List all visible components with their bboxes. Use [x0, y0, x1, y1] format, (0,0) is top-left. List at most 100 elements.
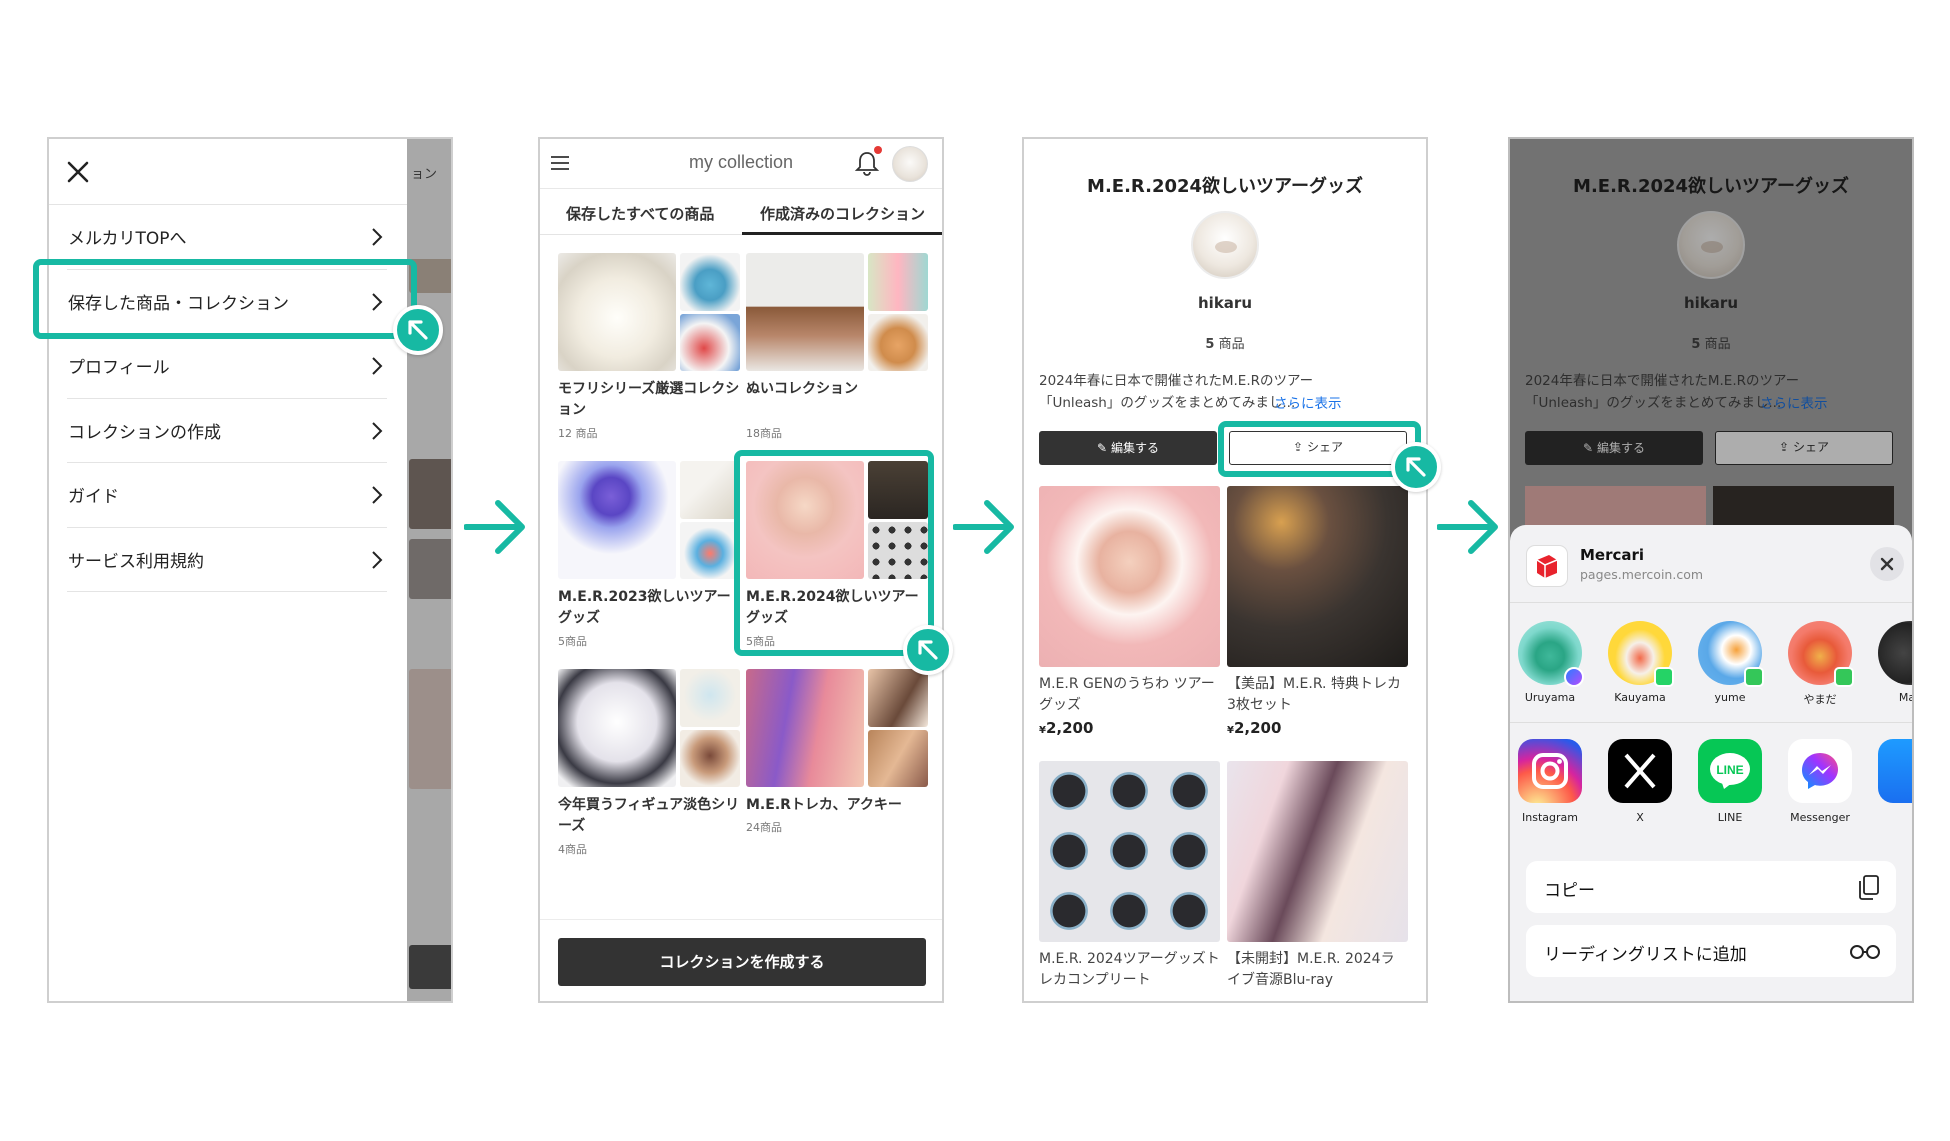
- product-card[interactable]: 【未開封】M.E.R. 2024ライブ音源Blu-ray: [1227, 761, 1408, 991]
- background-tab-fragment: ョン: [411, 167, 438, 182]
- add-reading-list-action[interactable]: リーディングリストに追加: [1526, 925, 1896, 977]
- collection-title: M.E.Rトレカ、アクキー: [746, 797, 902, 813]
- menu-item-profile[interactable]: プロフィール: [67, 334, 387, 399]
- close-icon[interactable]: [63, 157, 93, 187]
- chevron-right-icon: [372, 357, 383, 375]
- background-button: [409, 945, 451, 989]
- share-url: pages.mercoin.com: [1580, 567, 1704, 582]
- tap-cursor-badge: [903, 625, 953, 675]
- create-collection-button[interactable]: コレクションを作成する: [558, 938, 926, 986]
- collection-thumbnail: [746, 669, 864, 787]
- product-title: 【未開封】M.E.R. 2024ライブ音源Blu-ray: [1227, 951, 1395, 988]
- owner-name[interactable]: hikaru: [1024, 294, 1426, 312]
- messenger-logo-icon: [1788, 739, 1852, 803]
- background-thumbnail: [409, 669, 451, 789]
- collection-title: 今年買うフィギュア淡色シリーズ: [558, 797, 740, 834]
- contact-name: やまだ: [1803, 693, 1837, 706]
- show-more-link[interactable]: さらに表示: [1274, 392, 1342, 412]
- collection-thumbnail: [680, 669, 740, 727]
- action-label: コピー: [1544, 881, 1595, 901]
- collection-count: 5商品: [558, 635, 587, 648]
- contact-avatar: [1878, 621, 1912, 685]
- contact-avatar: [1788, 621, 1854, 687]
- page-title: my collection: [688, 152, 794, 172]
- product-card[interactable]: 【美品】M.E.R. 特典トレカ3枚セット ¥2,200: [1227, 486, 1408, 737]
- line-logo-icon: LINE: [1698, 739, 1762, 803]
- product-card[interactable]: M.E.R. 2024ツアーグッズトレカコンプリート: [1039, 761, 1220, 991]
- chevron-right-icon: [372, 228, 383, 246]
- menu-item-label: プロフィール: [68, 358, 170, 379]
- share-contact[interactable]: やまだ: [1780, 621, 1860, 707]
- product-title: M.E.R. 2024ツアーグッズトレカコンプリート: [1039, 951, 1220, 988]
- share-contact[interactable]: Kauyama: [1600, 621, 1680, 704]
- tap-cursor-badge: [393, 305, 443, 355]
- share-sheet-screen: M.E.R.2024欲しいツアーグッズ hikaru 5 商品 2024年春に日…: [1508, 137, 1914, 1003]
- background-thumbnail: [409, 459, 451, 529]
- collection-thumbnail: [680, 253, 740, 311]
- share-contact[interactable]: Mac: [1870, 621, 1912, 704]
- menu-item-create-collection[interactable]: コレクションの作成: [67, 399, 387, 463]
- description-line: 「Unleash」のグッズをまとめてみまし...: [1039, 395, 1296, 411]
- share-people-row: Uruyama Kauyama yume やまだ M: [1510, 603, 1912, 723]
- collection-thumbnail: [558, 461, 676, 579]
- share-app-x[interactable]: X: [1600, 739, 1680, 824]
- contact-name: Mac: [1898, 691, 1912, 704]
- share-contact[interactable]: yume: [1690, 621, 1770, 704]
- edit-button-label: 編集する: [1110, 441, 1159, 455]
- collection-thumbnail: [868, 669, 928, 727]
- highlight-collection-card: [734, 450, 934, 656]
- collection-count: 18商品: [746, 427, 782, 440]
- collection-tabs: 保存したすべての商品 作成済みのコレクション: [540, 189, 942, 235]
- collection-title: M.E.R.2024欲しいツアーグッズ: [1087, 176, 1363, 197]
- item-count-unit: 商品: [1214, 337, 1245, 352]
- share-contact[interactable]: Uruyama: [1510, 621, 1590, 704]
- tap-cursor-badge: [1391, 442, 1441, 492]
- contact-avatar: [1698, 621, 1764, 687]
- menu-item-terms[interactable]: サービス利用規約: [67, 528, 387, 592]
- avatar[interactable]: [892, 146, 928, 182]
- product-price: ¥2,200: [1039, 719, 1220, 737]
- product-image: [1039, 761, 1220, 942]
- tab-created-collections[interactable]: 作成済みのコレクション: [760, 203, 925, 224]
- highlight-saved-collections: [33, 259, 417, 339]
- cursor-arrow-icon: [408, 320, 428, 340]
- chevron-right-icon: [372, 421, 383, 440]
- mercari-logo-icon: [1536, 555, 1558, 578]
- collection-thumbnail: [558, 253, 676, 371]
- item-count: 5 商品: [1024, 333, 1426, 352]
- arrow-right-icon: [1437, 500, 1498, 554]
- tab-all-saved[interactable]: 保存したすべての商品: [566, 203, 714, 224]
- cursor-arrow-icon: [1406, 457, 1426, 477]
- contact-avatar: [1608, 621, 1674, 687]
- messenger-badge-icon: [1564, 667, 1584, 687]
- active-tab-indicator: [742, 232, 942, 235]
- copy-action[interactable]: コピー: [1526, 861, 1896, 913]
- share-app-mail[interactable]: [1870, 739, 1912, 803]
- contact-name: Kauyama: [1614, 691, 1666, 704]
- share-apps-row: Instagram X LINE LINE Messenger: [1510, 725, 1912, 845]
- edit-button[interactable]: ✎ 編集する: [1039, 431, 1217, 465]
- glasses-icon: [1850, 945, 1880, 959]
- product-image: [1039, 486, 1220, 667]
- owner-avatar[interactable]: [1191, 211, 1259, 279]
- whatsapp-badge-icon: [1654, 667, 1674, 687]
- share-app-line[interactable]: LINE LINE: [1690, 739, 1770, 824]
- contact-name: yume: [1714, 691, 1746, 704]
- collection-thumbnail: [868, 253, 928, 311]
- collection-title: M.E.R.2023欲しいツアーグッズ: [558, 589, 731, 626]
- share-sheet: Mercari pages.mercoin.com Uruyama Kauyam…: [1510, 525, 1912, 1001]
- bottom-bar: コレクションを作成する: [540, 919, 942, 1001]
- messages-badge-icon: [1834, 667, 1854, 687]
- share-app-name: Mercari: [1580, 546, 1645, 564]
- x-logo-icon: [1608, 739, 1672, 803]
- menu-item-guide[interactable]: ガイド: [67, 463, 387, 528]
- share-app-instagram[interactable]: Instagram: [1510, 739, 1590, 824]
- collection-description: 2024年春に日本で開催されたM.E.Rのツアー 「Unleash」のグッズをま…: [1039, 370, 1411, 414]
- close-button[interactable]: [1870, 547, 1904, 581]
- collection-thumbnail: [868, 314, 928, 371]
- chevron-right-icon: [372, 486, 383, 504]
- share-app-messenger[interactable]: Messenger: [1780, 739, 1860, 824]
- action-label: リーディングリストに追加: [1544, 945, 1747, 965]
- collection-count: 24商品: [746, 821, 782, 834]
- product-card[interactable]: M.E.R GENのうちわ ツアーグッズ ¥2,200: [1039, 486, 1220, 737]
